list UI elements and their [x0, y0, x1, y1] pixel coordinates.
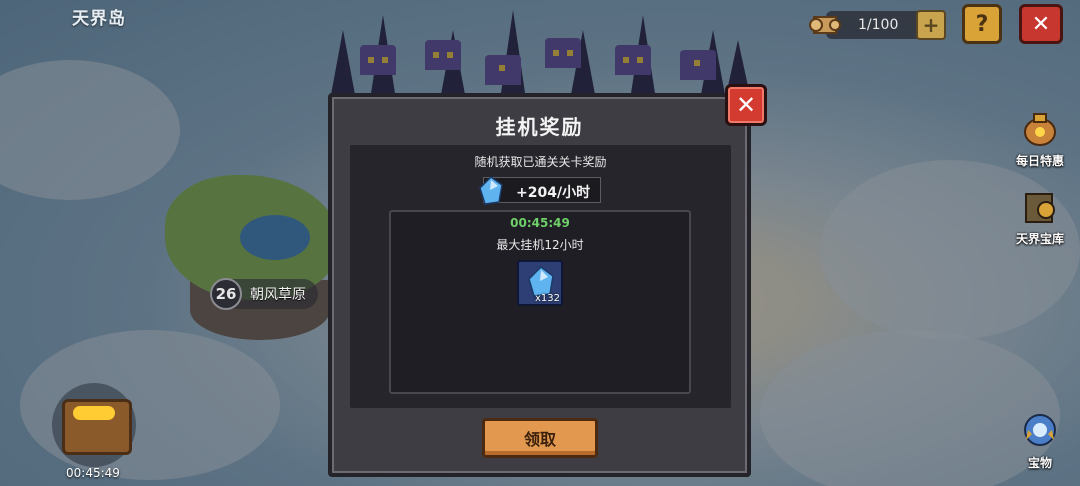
sky-vault-button[interactable]: 天界宝库 [1010, 186, 1070, 247]
idle-chest-button[interactable] [52, 383, 136, 467]
reward-description: 随机获取已通关关卡奖励 [474, 155, 607, 169]
resource-count: 1/100 [858, 17, 899, 33]
blue-crystal-icon [479, 176, 503, 205]
stage-name: 朝风草原 [250, 287, 306, 303]
side-menu-label: 天界宝库 [1015, 232, 1064, 246]
region-title: 天界岛 [72, 9, 126, 29]
idle-timer: 00:45:49 [510, 216, 570, 230]
add-resource-button[interactable]: + [916, 10, 946, 40]
side-menu-label: 宝物 [1027, 456, 1052, 470]
reward-rate: +204/小时 [479, 176, 601, 205]
treasure-orb-icon [1024, 414, 1056, 446]
close-map-button[interactable]: ✕ [1019, 4, 1063, 44]
stage-number: 26 [210, 278, 242, 310]
daily-deals-button[interactable]: 每日特惠 [1010, 108, 1070, 169]
help-button[interactable]: ? [962, 4, 1002, 44]
reward-box: 00:45:49 最大挂机12小时 x132 [389, 210, 691, 394]
treasure-button[interactable]: 宝物 [1010, 410, 1070, 471]
close-dialog-button[interactable]: ✕ [725, 84, 767, 126]
reward-info-area: 随机获取已通关关卡奖励 +204/小时 00:45:49 最大挂机12小时 x1… [350, 145, 731, 408]
claim-button[interactable]: 领取 [482, 418, 598, 458]
chest-timer: 00:45:49 [66, 466, 120, 480]
max-idle-hint: 最大挂机12小时 [496, 238, 584, 252]
reward-item-slot[interactable]: x132 [517, 260, 563, 306]
stage-marker[interactable]: 26 朝风草原 [210, 278, 318, 310]
gift-bag-icon [1024, 113, 1056, 146]
treasure-chest-icon [62, 399, 132, 455]
reward-quantity: x132 [534, 293, 560, 304]
scroll-icon [809, 16, 841, 34]
dialog-title: 挂机奖励 [495, 115, 584, 139]
treasure-vault-icon [1025, 193, 1055, 223]
reward-rate-text: +204/小时 [516, 185, 591, 201]
side-menu-label: 每日特惠 [1015, 154, 1064, 168]
